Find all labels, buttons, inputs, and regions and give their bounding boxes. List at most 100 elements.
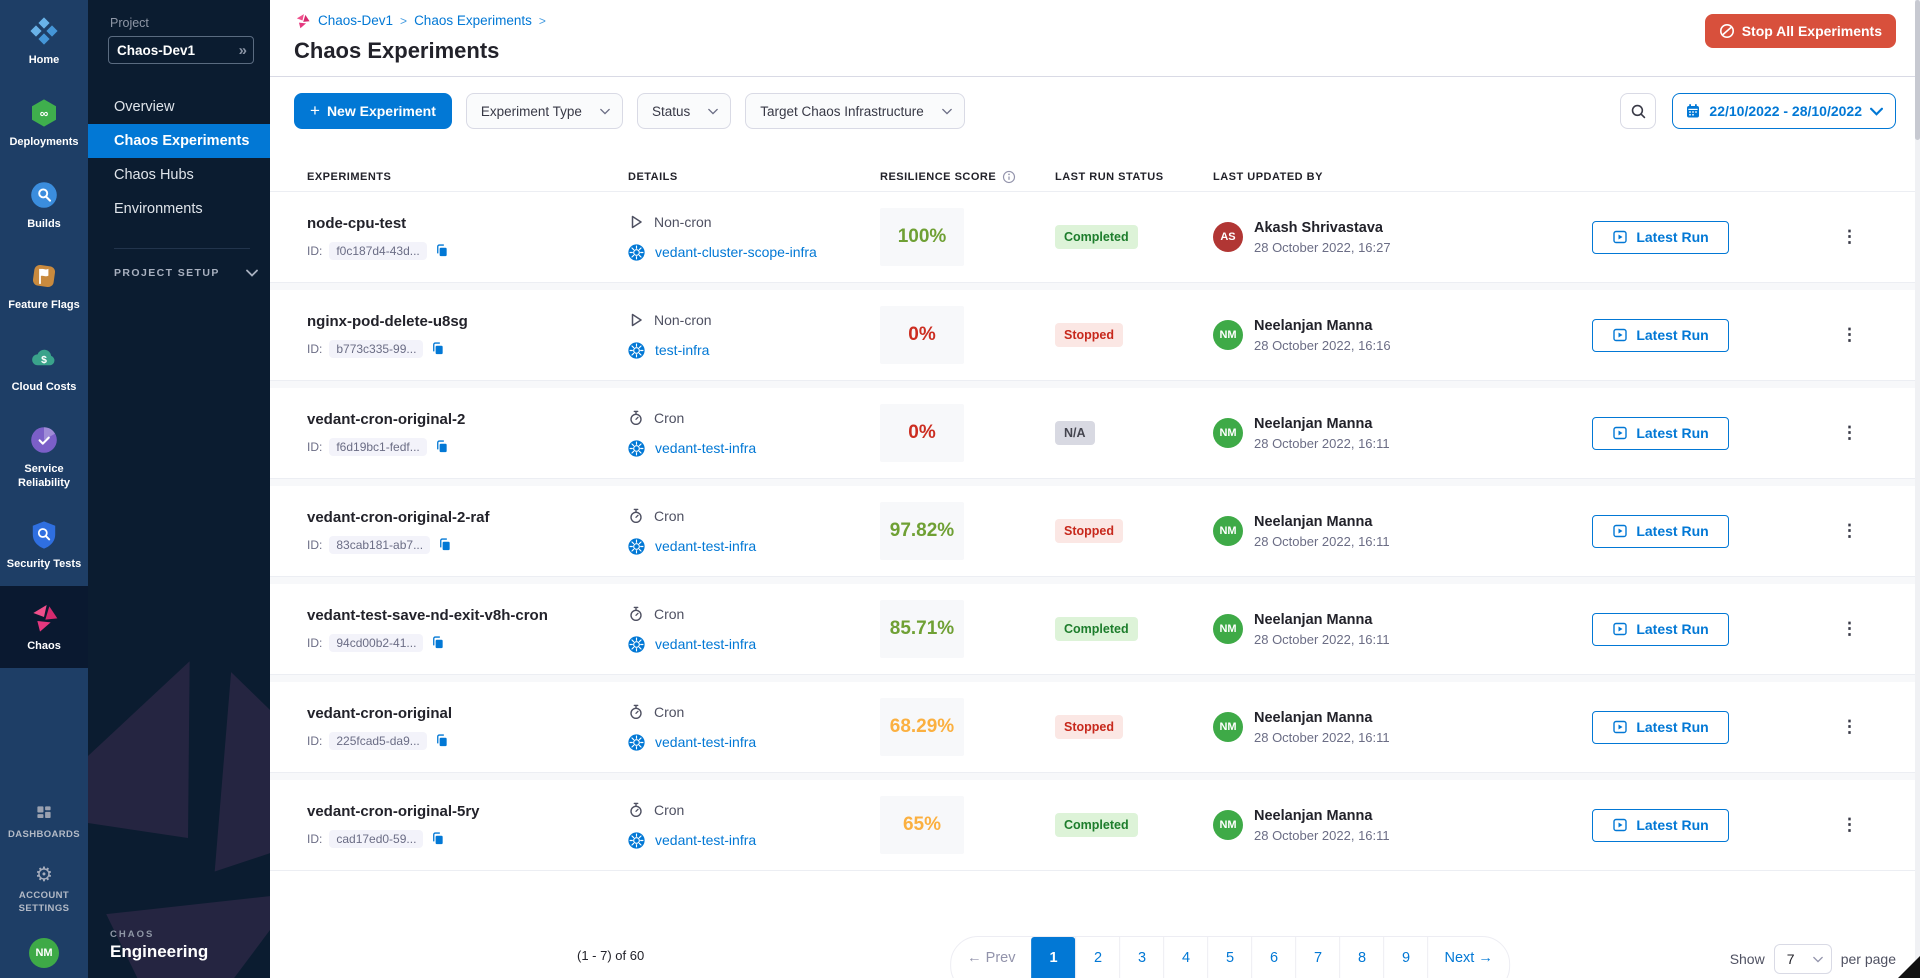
latest-run-button[interactable]: Latest Run (1592, 809, 1729, 842)
filter-status[interactable]: Status (637, 93, 731, 129)
infrastructure-icon (628, 342, 645, 359)
copy-icon[interactable] (430, 635, 445, 650)
kebab-menu[interactable]: ⋮ (1841, 619, 1858, 638)
infra-link[interactable]: vedant-test-infra (655, 832, 756, 848)
copy-icon[interactable] (430, 341, 445, 356)
latest-run-button[interactable]: Latest Run (1592, 515, 1729, 548)
feature-flags-icon (28, 260, 60, 292)
infra-link[interactable]: vedant-test-infra (655, 636, 756, 652)
search-button[interactable] (1620, 93, 1656, 129)
experiment-name[interactable]: nginx-pod-delete-u8sg (307, 313, 628, 330)
module-nav: Home ∞ Deployments Builds Feature Flags … (0, 0, 88, 978)
status-badge: Completed (1055, 617, 1138, 641)
breadcrumb-link-experiments[interactable]: Chaos Experiments (414, 13, 532, 28)
copy-icon[interactable] (430, 831, 445, 846)
sidebar-item-environments[interactable]: Environments (88, 192, 270, 226)
copy-icon[interactable] (434, 733, 449, 748)
experiment-name[interactable]: vedant-cron-original (307, 705, 628, 722)
page-number[interactable]: 6 (1252, 937, 1296, 978)
experiment-name[interactable]: vedant-test-save-nd-exit-v8h-cron (307, 607, 628, 624)
per-page-select[interactable]: 7 (1774, 944, 1832, 974)
nav-item-feature-flags[interactable]: Feature Flags (0, 245, 88, 327)
latest-run-button[interactable]: Latest Run (1592, 417, 1729, 450)
experiment-name[interactable]: node-cpu-test (307, 215, 628, 232)
table-row: vedant-test-save-nd-exit-v8h-cron ID: 94… (270, 584, 1920, 675)
latest-run-button[interactable]: Latest Run (1592, 319, 1729, 352)
nav-item-cloud-costs[interactable]: $ Cloud Costs (0, 327, 88, 409)
experiment-name[interactable]: vedant-cron-original-5ry (307, 803, 628, 820)
stop-all-experiments-button[interactable]: Stop All Experiments (1705, 14, 1896, 48)
sidebar-item-chaos-hubs[interactable]: Chaos Hubs (88, 158, 270, 192)
brand: CHAOS Engineering (110, 929, 208, 962)
page-number[interactable]: 5 (1208, 937, 1252, 978)
avatar: NM (1213, 614, 1243, 644)
page-number[interactable]: 7 (1296, 937, 1340, 978)
nav-item-service-reliability[interactable]: Service Reliability (0, 409, 88, 505)
kebab-menu[interactable]: ⋮ (1841, 717, 1858, 736)
kebab-menu[interactable]: ⋮ (1841, 423, 1858, 442)
page-number[interactable]: 1 (1032, 937, 1076, 978)
id-label: ID: (307, 342, 322, 356)
nav-item-builds[interactable]: Builds (0, 164, 88, 246)
user-name: Neelanjan Manna (1254, 514, 1390, 530)
table-row: node-cpu-test ID: f0c187d4-43d... Non-cr… (270, 192, 1920, 283)
project-selector[interactable]: Chaos-Dev1 » (108, 36, 254, 64)
page-number[interactable]: 3 (1120, 937, 1164, 978)
new-experiment-button[interactable]: + New Experiment (294, 93, 452, 129)
copy-icon[interactable] (434, 243, 449, 258)
latest-run-button[interactable]: Latest Run (1592, 711, 1729, 744)
run-icon (1612, 719, 1628, 735)
avatar: NM (1213, 516, 1243, 546)
nav-item-home[interactable]: Home (0, 0, 88, 82)
infra-link[interactable]: vedant-test-infra (655, 538, 756, 554)
resilience-score: 68.29% (880, 698, 964, 756)
latest-run-label: Latest Run (1636, 621, 1708, 637)
prev-page-button[interactable]: ← Prev (951, 937, 1031, 978)
kebab-menu[interactable]: ⋮ (1841, 227, 1858, 246)
experiment-name[interactable]: vedant-cron-original-2 (307, 411, 628, 428)
kebab-menu[interactable]: ⋮ (1841, 325, 1858, 344)
infra-link[interactable]: vedant-test-infra (655, 734, 756, 750)
plus-icon: + (310, 101, 320, 121)
breadcrumb-link-project[interactable]: Chaos-Dev1 (318, 13, 393, 28)
kebab-menu[interactable]: ⋮ (1841, 521, 1858, 540)
user-name: Neelanjan Manna (1254, 416, 1390, 432)
sidebar-item-chaos-experiments[interactable]: Chaos Experiments (88, 124, 270, 158)
page-number[interactable]: 9 (1384, 937, 1428, 978)
nav-item-chaos[interactable]: Chaos (0, 586, 88, 668)
copy-icon[interactable] (434, 439, 449, 454)
sidebar-item-overview[interactable]: Overview (88, 90, 270, 124)
column-resilience-score: RESILIENCE SCORE (880, 170, 1055, 184)
kebab-menu[interactable]: ⋮ (1841, 815, 1858, 834)
nav-item-security-tests[interactable]: Security Tests (0, 504, 88, 586)
chevron-down-icon (708, 108, 718, 115)
page-number[interactable]: 8 (1340, 937, 1384, 978)
chaos-breadcrumb-icon (294, 12, 311, 29)
date-range-picker[interactable]: 22/10/2022 - 28/10/2022 (1672, 93, 1896, 129)
experiment-name[interactable]: vedant-cron-original-2-raf (307, 509, 628, 526)
infra-link[interactable]: vedant-cluster-scope-infra (655, 244, 817, 260)
latest-run-button[interactable]: Latest Run (1592, 613, 1729, 646)
experiment-id: f6d19bc1-fedf... (329, 438, 426, 456)
copy-icon[interactable] (437, 537, 452, 552)
nav-item-deployments[interactable]: ∞ Deployments (0, 82, 88, 164)
nav-item-account-settings[interactable]: ⚙ ACCOUNT SETTINGS (0, 853, 88, 928)
experiment-id: 83cab181-ab7... (329, 536, 430, 554)
filter-experiment-type[interactable]: Experiment Type (466, 93, 623, 129)
info-icon[interactable] (1002, 170, 1016, 184)
nav-item-dashboards[interactable]: DASHBOARDS (4, 790, 84, 854)
page-number[interactable]: 2 (1076, 937, 1120, 978)
next-page-button[interactable]: Next → (1428, 937, 1509, 978)
page-number[interactable]: 4 (1164, 937, 1208, 978)
project-setup-toggle[interactable]: PROJECT SETUP (88, 249, 270, 279)
filter-target-chaos-infrastructure[interactable]: Target Chaos Infrastructure (745, 93, 965, 129)
run-icon (1612, 229, 1628, 245)
infra-link[interactable]: test-infra (655, 342, 709, 358)
module-nav-bottom: DASHBOARDS ⚙ ACCOUNT SETTINGS NM (0, 790, 88, 978)
collapse-icon[interactable]: » (239, 42, 245, 59)
id-label: ID: (307, 440, 322, 454)
scrollbar-thumb[interactable] (1915, 0, 1920, 140)
user-avatar[interactable]: NM (29, 938, 59, 968)
latest-run-button[interactable]: Latest Run (1592, 221, 1729, 254)
infra-link[interactable]: vedant-test-infra (655, 440, 756, 456)
